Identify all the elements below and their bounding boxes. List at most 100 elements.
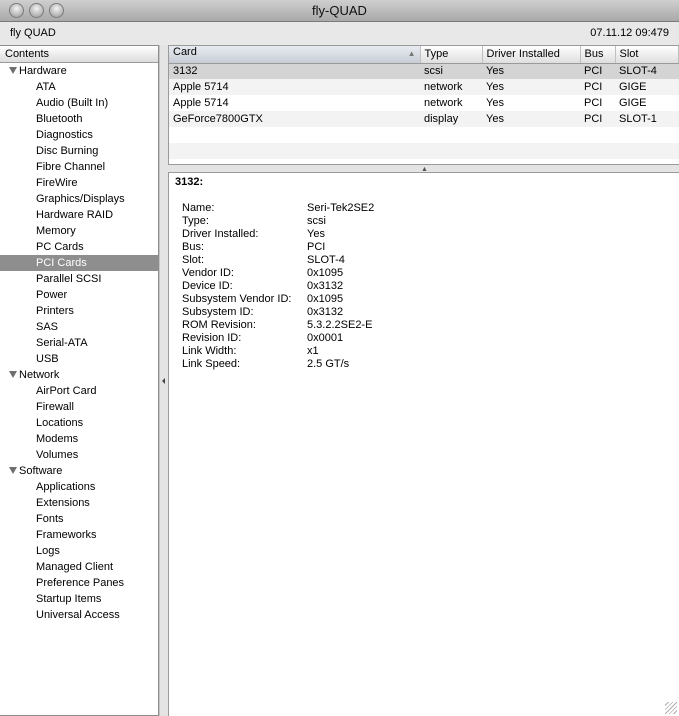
sidebar-item-hardware-raid[interactable]: Hardware RAID <box>0 207 158 223</box>
sidebar-item-fonts[interactable]: Fonts <box>0 511 158 527</box>
empty-row <box>169 143 679 159</box>
property-key: Subsystem Vendor ID: <box>182 293 292 305</box>
sidebar-item-modems[interactable]: Modems <box>0 431 158 447</box>
sidebar-item-frameworks[interactable]: Frameworks <box>0 527 158 543</box>
property-value: 2.5 GT/s <box>307 358 350 370</box>
sidebar-item-ata[interactable]: ATA <box>0 79 158 95</box>
sidebar-item-managed-client[interactable]: Managed Client <box>0 559 158 575</box>
sidebar-item-memory[interactable]: Memory <box>0 223 158 239</box>
sidebar-item-power[interactable]: Power <box>0 287 158 303</box>
cell-bus: PCI <box>584 97 603 109</box>
property-row: Driver Installed: Yes <box>182 228 374 241</box>
table-row[interactable]: 3132 scsi Yes PCI SLOT-4 <box>169 63 679 79</box>
property-key: Revision ID: <box>182 332 242 344</box>
sidebar-group-label: Software <box>19 465 63 477</box>
sidebar-item-graphics-displays[interactable]: Graphics/Displays <box>0 191 158 207</box>
property-value: x1 <box>307 345 319 357</box>
cell-type: display <box>420 111 482 127</box>
column-header-bus[interactable]: Bus <box>580 46 616 64</box>
column-header-slot[interactable]: Slot <box>615 46 679 64</box>
sidebar-item-sas[interactable]: SAS <box>0 319 158 335</box>
table-row[interactable]: GeForce7800GTX display Yes PCI SLOT-1 <box>169 111 679 127</box>
window-title: fly-QUAD <box>312 3 367 18</box>
column-header-card[interactable]: Card ▲ <box>169 46 421 64</box>
sidebar-group-hardware[interactable]: Hardware <box>0 63 158 79</box>
sidebar-item-diagnostics[interactable]: Diagnostics <box>0 127 158 143</box>
table-header-row: Card ▲ Type Driver Installed Bus Slot <box>169 46 679 64</box>
sidebar-item-printers[interactable]: Printers <box>0 303 158 319</box>
cell-driver-installed: Yes <box>482 63 580 79</box>
vertical-splitter[interactable] <box>159 45 168 716</box>
disclosure-triangle-icon[interactable] <box>9 371 17 378</box>
sidebar-item-firewall[interactable]: Firewall <box>0 399 158 415</box>
sidebar-group-network[interactable]: Network <box>0 367 158 383</box>
sidebar-group-label: Network <box>19 369 60 381</box>
sidebar-item-firewire[interactable]: FireWire <box>0 175 158 191</box>
sidebar-item-parallel-scsi[interactable]: Parallel SCSI <box>0 271 158 287</box>
property-key: Vendor ID: <box>182 267 234 279</box>
property-key: Driver Installed: <box>182 228 259 240</box>
column-header-type[interactable]: Type <box>420 46 483 64</box>
property-value: 0x0001 <box>307 332 344 344</box>
cell-type: scsi <box>420 63 482 79</box>
property-key: ROM Revision: <box>182 319 256 331</box>
property-value: 0x1095 <box>307 293 344 305</box>
splitter-grip-icon <box>162 378 165 384</box>
sidebar-item-audio-built-in[interactable]: Audio (Built In) <box>0 95 158 111</box>
sidebar-item-universal-access[interactable]: Universal Access <box>0 607 158 623</box>
cell-slot: SLOT-1 <box>615 111 679 127</box>
property-value: PCI <box>307 241 326 253</box>
disclosure-triangle-icon[interactable] <box>9 467 17 474</box>
table-row[interactable]: Apple 5714 network Yes PCI GIGE <box>169 79 679 95</box>
sidebar-item-volumes[interactable]: Volumes <box>0 447 158 463</box>
property-value: Seri-Tek2SE2 <box>307 202 375 214</box>
property-value: 0x3132 <box>307 280 344 292</box>
sidebar-item-serial-ata[interactable]: Serial-ATA <box>0 335 158 351</box>
cell-card: Apple 5714 <box>169 79 420 95</box>
property-row: Vendor ID: 0x1095 <box>182 267 374 280</box>
detail-pane: 3132: Name: Seri-Tek2SE2 Type: scsi Driver I… <box>168 173 679 716</box>
property-row: Bus: PCI <box>182 241 374 254</box>
column-header-driver-installed[interactable]: Driver Installed <box>482 46 581 64</box>
property-key: Device ID: <box>182 280 233 292</box>
disclosure-triangle-icon[interactable] <box>9 67 17 74</box>
property-row: Link Width: x1 <box>182 345 374 358</box>
cell-bus: PCI <box>580 111 615 127</box>
contents-sidebar: Contents Hardware ATA Audio (Built In) Blue… <box>0 45 159 716</box>
sidebar-item-pc-cards[interactable]: PC Cards <box>0 239 158 255</box>
sidebar-item-pci-cards[interactable]: PCI Cards <box>0 255 158 271</box>
sidebar-group-software[interactable]: Software <box>0 463 158 479</box>
property-list: Name: Seri-Tek2SE2 Type: scsi Driver Install… <box>182 202 374 371</box>
sidebar-item-extensions[interactable]: Extensions <box>0 495 158 511</box>
sidebar-item-startup-items[interactable]: Startup Items <box>0 591 158 607</box>
empty-row <box>169 127 679 143</box>
cell-type: network <box>420 79 482 95</box>
splitter-grip-icon: ▲ <box>421 166 428 173</box>
property-key: Name: <box>182 202 215 214</box>
sidebar-item-applications[interactable]: Applications <box>0 479 158 495</box>
sidebar-item-usb[interactable]: USB <box>0 351 158 367</box>
cell-driver-installed: Yes <box>482 111 580 127</box>
property-row: Revision ID: 0x0001 <box>182 332 374 345</box>
sidebar-item-bluetooth[interactable]: Bluetooth <box>0 111 158 127</box>
cell-bus: PCI <box>580 63 615 79</box>
sidebar-item-fibre-channel[interactable]: Fibre Channel <box>0 159 158 175</box>
sidebar-item-logs[interactable]: Logs <box>0 543 158 559</box>
sidebar-item-preference-panes[interactable]: Preference Panes <box>0 575 158 591</box>
cell-bus: PCI <box>580 79 615 95</box>
property-value: Yes <box>307 228 325 240</box>
table-row[interactable]: Apple 5714 network Yes PCI GIGE <box>169 95 679 111</box>
sidebar-item-disc-burning[interactable]: Disc Burning <box>0 143 158 159</box>
horizontal-splitter[interactable]: ▲ <box>168 165 679 173</box>
cell-card: GeForce7800GTX <box>169 111 420 127</box>
property-row: Subsystem Vendor ID: 0x1095 <box>182 293 374 306</box>
property-value: 5.3.2.2SE2-E <box>307 319 373 331</box>
sidebar-item-locations[interactable]: Locations <box>0 415 158 431</box>
sidebar-group-label: Hardware <box>19 65 67 77</box>
sidebar-item-airport-card[interactable]: AirPort Card <box>0 383 158 399</box>
title-bar[interactable]: fly-QUAD <box>0 0 679 22</box>
pci-cards-table: Card ▲ Type Driver Installed Bus Slot 31… <box>168 45 679 165</box>
resize-handle-icon[interactable] <box>665 702 677 714</box>
cell-card: 3132 <box>169 63 420 79</box>
cell-type: network <box>424 97 463 109</box>
